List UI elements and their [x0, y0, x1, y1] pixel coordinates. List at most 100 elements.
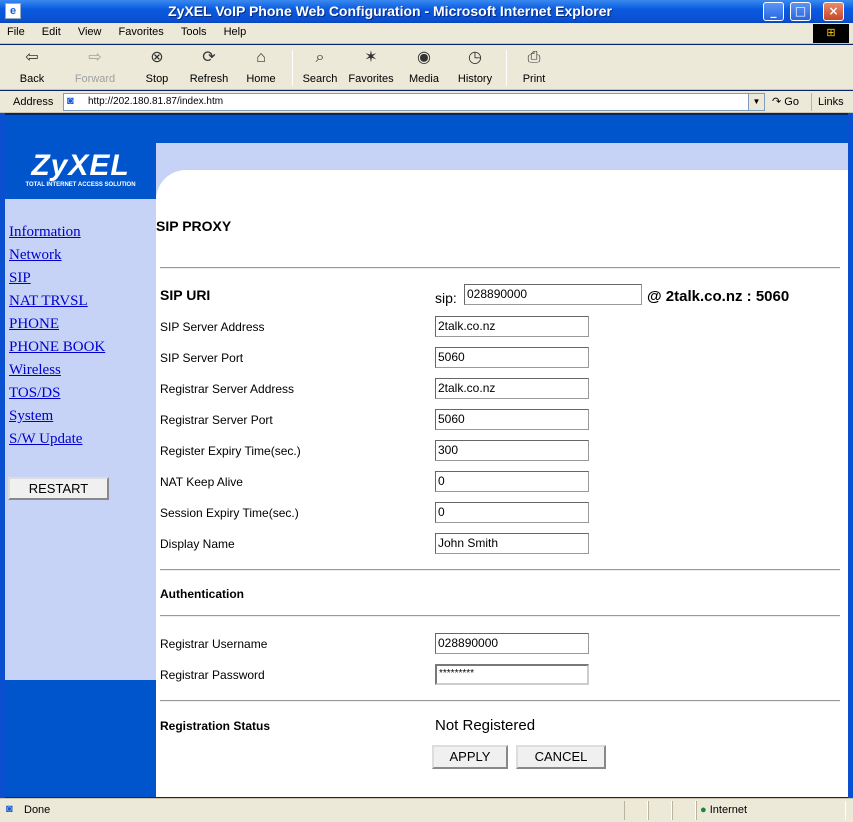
print-button[interactable]: ⎙ Print: [518, 48, 550, 85]
menu-edit[interactable]: Edit: [35, 23, 68, 38]
zyxel-logo: ZyXEL TOTAL INTERNET ACCESS SOLUTION: [5, 143, 156, 199]
home-icon: ⌂: [256, 49, 266, 66]
nav-tos-ds[interactable]: TOS/DS: [9, 385, 60, 402]
display-name-input[interactable]: John Smith: [435, 533, 589, 554]
registrar-password-input[interactable]: *********: [435, 664, 589, 685]
status-pane: [672, 801, 696, 820]
status-pane: [624, 801, 648, 820]
register-expiry-time-input[interactable]: 300: [435, 440, 589, 461]
status-text: Done: [24, 804, 51, 816]
address-bar: Address ◙ http://202.180.81.87/index.htm…: [0, 91, 853, 113]
header-band: [156, 143, 848, 170]
nav-information[interactable]: Information: [9, 224, 81, 241]
sip-uri-input[interactable]: 028890000: [464, 284, 642, 305]
home-button[interactable]: ⌂ Home: [242, 48, 280, 85]
media-button[interactable]: ◉ Media: [405, 48, 443, 85]
search-button[interactable]: ⌕ Search: [300, 48, 340, 85]
session-expiry-time-label: Session Expiry Time(sec.): [160, 506, 299, 520]
sip-domain-suffix: @ 2talk.co.nz : 5060: [647, 288, 790, 305]
page-content: ZyXEL TOTAL INTERNET ACCESS SOLUTION Inf…: [5, 115, 848, 797]
sidebar: Information Network SIP NAT TRVSL PHONE …: [5, 199, 156, 680]
apply-button[interactable]: APPLY: [432, 745, 508, 769]
page-title: SIP PROXY: [156, 218, 232, 234]
toolbar-separator: [292, 50, 293, 86]
close-button[interactable]: ×: [823, 2, 844, 21]
sip-server-address-label: SIP Server Address: [160, 320, 265, 334]
sip-prefix: sip:: [435, 290, 457, 306]
back-arrow-icon: ⇦: [25, 49, 39, 66]
registrar-username-input[interactable]: 028890000: [435, 633, 589, 654]
go-button[interactable]: ↷ Go: [772, 95, 799, 108]
maximize-button[interactable]: □: [790, 2, 811, 21]
nav-wireless[interactable]: Wireless: [9, 362, 61, 379]
favorites-icon: ✶: [364, 49, 378, 66]
window-title: ZyXEL VoIP Phone Web Configuration - Mic…: [168, 3, 612, 19]
nav-sw-update[interactable]: S/W Update: [9, 431, 82, 448]
stop-icon: ⊗: [150, 49, 164, 66]
menu-view[interactable]: View: [71, 23, 109, 38]
go-arrow-icon: ↷: [772, 96, 782, 108]
sip-server-address-input[interactable]: 2talk.co.nz: [435, 316, 589, 337]
sip-uri-label: SIP URI: [160, 287, 211, 303]
favorites-button[interactable]: ✶ Favorites: [346, 48, 396, 85]
cancel-button[interactable]: CANCEL: [516, 745, 606, 769]
address-url: http://202.180.81.87/index.htm: [88, 96, 224, 107]
registrar-username-label: Registrar Username: [160, 637, 268, 651]
registrar-server-port-label: Registrar Server Port: [160, 413, 273, 427]
nav-phone[interactable]: PHONE: [9, 316, 59, 333]
registrar-server-port-input[interactable]: 5060: [435, 409, 589, 430]
menu-tools[interactable]: Tools: [174, 23, 214, 38]
status-bar: ◙ Done ● Internet: [0, 798, 853, 822]
nav-sip[interactable]: SIP: [9, 270, 31, 287]
menu-help[interactable]: Help: [217, 23, 254, 38]
windows-logo-icon: ⊞: [813, 24, 849, 43]
forward-arrow-icon: ⇨: [88, 49, 102, 66]
links-button[interactable]: Links: [811, 93, 844, 111]
address-input[interactable]: ◙ http://202.180.81.87/index.htm ▼: [63, 93, 765, 111]
nat-keep-alive-label: NAT Keep Alive: [160, 475, 243, 489]
nav-system[interactable]: System: [9, 408, 53, 425]
divider: [160, 569, 840, 571]
stop-button[interactable]: ⊗ Stop: [140, 48, 174, 85]
authentication-heading: Authentication: [160, 587, 244, 601]
menu-favorites[interactable]: Favorites: [112, 23, 171, 38]
forward-button[interactable]: ⇨ Forward: [70, 48, 120, 85]
registration-status-value: Not Registered: [435, 717, 536, 734]
history-button[interactable]: ◷ History: [455, 48, 495, 85]
nav-phone-book[interactable]: PHONE BOOK: [9, 339, 105, 356]
internet-zone: ● Internet: [700, 804, 748, 816]
sip-server-port-label: SIP Server Port: [160, 351, 244, 365]
refresh-button[interactable]: ⟳ Refresh: [186, 48, 232, 85]
nat-keep-alive-input[interactable]: 0: [435, 471, 589, 492]
registrar-password-label: Registrar Password: [160, 668, 265, 682]
sip-server-port-input[interactable]: 5060: [435, 347, 589, 368]
search-icon: ⌕: [315, 49, 325, 66]
restart-button[interactable]: RESTART: [8, 477, 109, 500]
window-frame-right: [848, 113, 853, 798]
divider: [160, 700, 840, 702]
sidebar-footer: [5, 680, 156, 797]
toolbar-separator: [506, 50, 507, 86]
page-done-icon: ◙: [6, 803, 13, 815]
menu-file[interactable]: File: [0, 23, 32, 38]
register-expiry-time-label: Register Expiry Time(sec.): [160, 444, 301, 458]
divider: [160, 615, 840, 617]
menu-bar: File Edit View Favorites Tools Help ⊞: [0, 23, 853, 44]
nav-nat-trvsl[interactable]: NAT TRVSL: [9, 293, 88, 310]
content-corner: [156, 170, 196, 210]
minimize-button[interactable]: _: [763, 2, 784, 21]
registrar-server-address-input[interactable]: 2talk.co.nz: [435, 378, 589, 399]
address-label: Address: [13, 96, 54, 108]
divider: [160, 267, 840, 269]
nav-network[interactable]: Network: [9, 247, 62, 264]
title-bar: e ZyXEL VoIP Phone Web Configuration - M…: [0, 0, 853, 23]
refresh-icon: ⟳: [202, 49, 216, 66]
session-expiry-time-input[interactable]: 0: [435, 502, 589, 523]
back-button[interactable]: ⇦ Back: [14, 48, 50, 85]
chevron-down-icon[interactable]: ▼: [748, 94, 764, 110]
history-icon: ◷: [468, 49, 482, 66]
print-icon: ⎙: [527, 49, 541, 66]
registration-status-label: Registration Status: [160, 719, 271, 733]
globe-icon: ●: [700, 804, 707, 816]
media-icon: ◉: [417, 49, 431, 66]
